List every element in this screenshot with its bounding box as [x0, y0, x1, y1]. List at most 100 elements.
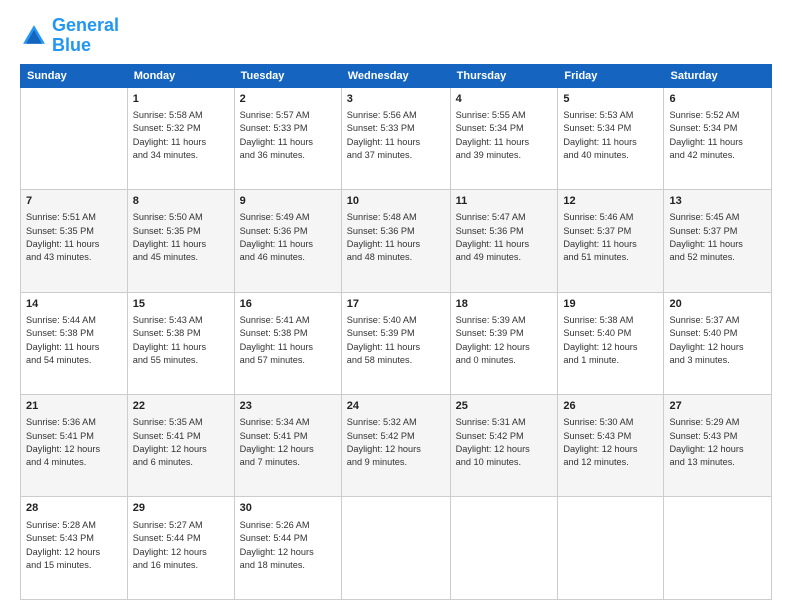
calendar-week-4: 21 Sunrise: 5:36 AM Sunset: 5:41 PM Dayli… [21, 395, 772, 497]
calendar-cell: 27Sunrise: 5:29 AM Sunset: 5:43 PM Dayli… [664, 395, 772, 497]
calendar-cell: 13Sunrise: 5:45 AM Sunset: 5:37 PM Dayli… [664, 190, 772, 292]
calendar-cell: 18 Sunrise: 5:39 AM Sunset: 5:39 PM Dayli… [450, 292, 558, 394]
day-number: 18 [456, 297, 553, 312]
calendar-cell: 16 Sunrise: 5:41 AM Sunset: 5:38 PM Dayli… [234, 292, 341, 394]
col-header-sunday: Sunday [21, 64, 128, 87]
day-info: Sunrise: 5:27 AM Sunset: 5:44 PM Dayligh… [133, 519, 229, 572]
day-info: Sunrise: 5:48 AM Sunset: 5:36 PM Dayligh… [347, 211, 445, 264]
calendar-cell: 2 Sunrise: 5:57 AM Sunset: 5:33 PM Daylig… [234, 87, 341, 189]
logo-icon [20, 22, 48, 50]
day-number: 11 [456, 194, 553, 209]
day-number: 25 [456, 399, 553, 414]
day-number: 8 [133, 194, 229, 209]
col-header-wednesday: Wednesday [341, 64, 450, 87]
day-info: Sunrise: 5:28 AM Sunset: 5:43 PM Dayligh… [26, 519, 122, 572]
day-number: 2 [240, 92, 336, 107]
calendar-cell: 8 Sunrise: 5:50 AM Sunset: 5:35 PM Daylig… [127, 190, 234, 292]
day-info: Sunrise: 5:57 AM Sunset: 5:33 PM Dayligh… [240, 109, 336, 162]
day-number: 30 [240, 501, 336, 516]
calendar-cell: 12 Sunrise: 5:46 AM Sunset: 5:37 PM Dayli… [558, 190, 664, 292]
calendar-cell: 26 Sunrise: 5:30 AM Sunset: 5:43 PM Dayli… [558, 395, 664, 497]
calendar-week-1: 1 Sunrise: 5:58 AM Sunset: 5:32 PM Daylig… [21, 87, 772, 189]
calendar-cell [558, 497, 664, 600]
calendar-cell [21, 87, 128, 189]
day-info: Sunrise: 5:38 AM Sunset: 5:40 PM Dayligh… [563, 314, 658, 367]
day-info: Sunrise: 5:47 AM Sunset: 5:36 PM Dayligh… [456, 211, 553, 264]
calendar-cell: 14Sunrise: 5:44 AM Sunset: 5:38 PM Dayli… [21, 292, 128, 394]
day-info: Sunrise: 5:50 AM Sunset: 5:35 PM Dayligh… [133, 211, 229, 264]
day-info: Sunrise: 5:30 AM Sunset: 5:43 PM Dayligh… [563, 416, 658, 469]
day-number: 13 [669, 194, 766, 209]
day-info: Sunrise: 5:26 AM Sunset: 5:44 PM Dayligh… [240, 519, 336, 572]
day-number: 24 [347, 399, 445, 414]
day-number: 14 [26, 297, 122, 312]
calendar-table: SundayMondayTuesdayWednesdayThursdayFrid… [20, 64, 772, 600]
calendar-cell: 10Sunrise: 5:48 AM Sunset: 5:36 PM Dayli… [341, 190, 450, 292]
logo-text: General Blue [52, 16, 119, 56]
day-number: 16 [240, 297, 336, 312]
day-number: 1 [133, 92, 229, 107]
day-number: 29 [133, 501, 229, 516]
calendar-cell: 3 Sunrise: 5:56 AM Sunset: 5:33 PM Daylig… [341, 87, 450, 189]
calendar-cell: 23 Sunrise: 5:34 AM Sunset: 5:41 PM Dayli… [234, 395, 341, 497]
col-header-friday: Friday [558, 64, 664, 87]
calendar-cell: 15 Sunrise: 5:43 AM Sunset: 5:38 PM Dayli… [127, 292, 234, 394]
day-number: 5 [563, 92, 658, 107]
calendar-cell: 25 Sunrise: 5:31 AM Sunset: 5:42 PM Dayli… [450, 395, 558, 497]
day-info: Sunrise: 5:32 AM Sunset: 5:42 PM Dayligh… [347, 416, 445, 469]
calendar-cell: 1 Sunrise: 5:58 AM Sunset: 5:32 PM Daylig… [127, 87, 234, 189]
calendar-cell: 20Sunrise: 5:37 AM Sunset: 5:40 PM Dayli… [664, 292, 772, 394]
calendar-cell: 19 Sunrise: 5:38 AM Sunset: 5:40 PM Dayli… [558, 292, 664, 394]
calendar-week-2: 7Sunrise: 5:51 AM Sunset: 5:35 PM Daylig… [21, 190, 772, 292]
calendar-cell: 29 Sunrise: 5:27 AM Sunset: 5:44 PM Dayli… [127, 497, 234, 600]
calendar-week-5: 28 Sunrise: 5:28 AM Sunset: 5:43 PM Dayli… [21, 497, 772, 600]
day-number: 15 [133, 297, 229, 312]
day-number: 7 [26, 194, 122, 209]
col-header-monday: Monday [127, 64, 234, 87]
day-number: 9 [240, 194, 336, 209]
day-info: Sunrise: 5:58 AM Sunset: 5:32 PM Dayligh… [133, 109, 229, 162]
day-info: Sunrise: 5:43 AM Sunset: 5:38 PM Dayligh… [133, 314, 229, 367]
day-info: Sunrise: 5:40 AM Sunset: 5:39 PM Dayligh… [347, 314, 445, 367]
day-number: 17 [347, 297, 445, 312]
calendar-week-3: 14Sunrise: 5:44 AM Sunset: 5:38 PM Dayli… [21, 292, 772, 394]
day-info: Sunrise: 5:31 AM Sunset: 5:42 PM Dayligh… [456, 416, 553, 469]
day-info: Sunrise: 5:41 AM Sunset: 5:38 PM Dayligh… [240, 314, 336, 367]
calendar-cell: 11 Sunrise: 5:47 AM Sunset: 5:36 PM Dayli… [450, 190, 558, 292]
day-number: 26 [563, 399, 658, 414]
day-info: Sunrise: 5:39 AM Sunset: 5:39 PM Dayligh… [456, 314, 553, 367]
day-number: 21 [26, 399, 122, 414]
day-info: Sunrise: 5:46 AM Sunset: 5:37 PM Dayligh… [563, 211, 658, 264]
day-info: Sunrise: 5:36 AM Sunset: 5:41 PM Dayligh… [26, 416, 122, 469]
calendar-cell: 21 Sunrise: 5:36 AM Sunset: 5:41 PM Dayli… [21, 395, 128, 497]
col-header-thursday: Thursday [450, 64, 558, 87]
day-info: Sunrise: 5:56 AM Sunset: 5:33 PM Dayligh… [347, 109, 445, 162]
day-info: Sunrise: 5:52 AM Sunset: 5:34 PM Dayligh… [669, 109, 766, 162]
calendar-cell: 24 Sunrise: 5:32 AM Sunset: 5:42 PM Dayli… [341, 395, 450, 497]
calendar-cell [450, 497, 558, 600]
calendar-cell: 9Sunrise: 5:49 AM Sunset: 5:36 PM Daylig… [234, 190, 341, 292]
day-info: Sunrise: 5:34 AM Sunset: 5:41 PM Dayligh… [240, 416, 336, 469]
logo: General Blue [20, 16, 119, 56]
col-header-saturday: Saturday [664, 64, 772, 87]
day-info: Sunrise: 5:53 AM Sunset: 5:34 PM Dayligh… [563, 109, 658, 162]
calendar-cell: 6 Sunrise: 5:52 AM Sunset: 5:34 PM Daylig… [664, 87, 772, 189]
day-info: Sunrise: 5:29 AM Sunset: 5:43 PM Dayligh… [669, 416, 766, 469]
calendar-cell: 7Sunrise: 5:51 AM Sunset: 5:35 PM Daylig… [21, 190, 128, 292]
day-number: 28 [26, 501, 122, 516]
day-number: 23 [240, 399, 336, 414]
calendar-cell: 5 Sunrise: 5:53 AM Sunset: 5:34 PM Daylig… [558, 87, 664, 189]
day-number: 4 [456, 92, 553, 107]
day-number: 19 [563, 297, 658, 312]
header: General Blue [20, 16, 772, 56]
day-number: 3 [347, 92, 445, 107]
page: General Blue SundayMondayTuesdayWednesda… [0, 0, 792, 612]
calendar-cell: 4Sunrise: 5:55 AM Sunset: 5:34 PM Daylig… [450, 87, 558, 189]
calendar-cell: 30 Sunrise: 5:26 AM Sunset: 5:44 PM Dayli… [234, 497, 341, 600]
day-number: 6 [669, 92, 766, 107]
day-info: Sunrise: 5:37 AM Sunset: 5:40 PM Dayligh… [669, 314, 766, 367]
calendar-cell: 28 Sunrise: 5:28 AM Sunset: 5:43 PM Dayli… [21, 497, 128, 600]
calendar-cell: 22Sunrise: 5:35 AM Sunset: 5:41 PM Dayli… [127, 395, 234, 497]
day-number: 12 [563, 194, 658, 209]
day-info: Sunrise: 5:35 AM Sunset: 5:41 PM Dayligh… [133, 416, 229, 469]
